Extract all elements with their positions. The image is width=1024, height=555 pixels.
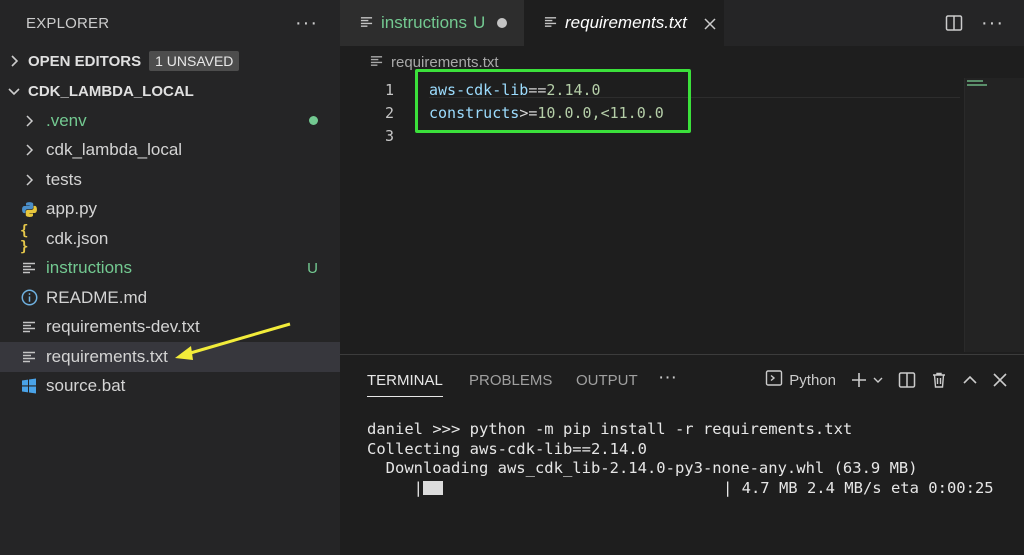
tree-item-cdk-lambda-local[interactable]: cdk_lambda_local — [0, 136, 340, 166]
text-lines-icon — [20, 318, 38, 336]
tree-item-label: README.md — [46, 287, 148, 307]
tree-item-app-py[interactable]: app.py — [0, 195, 340, 225]
text-lines-icon — [360, 13, 373, 33]
tree-item-source-bat[interactable]: source.bat — [0, 372, 340, 402]
tree-item-tests[interactable]: tests — [0, 165, 340, 195]
tree-item-label: tests — [46, 169, 82, 189]
open-editors-section[interactable]: OPEN EDITORS 1 UNSAVED — [0, 46, 340, 76]
new-terminal-icon[interactable] — [850, 371, 868, 389]
git-status-badge: U — [307, 259, 318, 277]
text-lines-icon — [544, 13, 557, 33]
download-progress-bar — [423, 480, 444, 495]
line-number: 2 — [384, 104, 394, 122]
open-editors-label: OPEN EDITORS — [28, 52, 142, 70]
terminal-icon — [765, 369, 783, 391]
tab-instructions[interactable]: instructions U — [340, 0, 524, 46]
chevron-down-icon[interactable] — [872, 374, 884, 386]
unsaved-dot-icon[interactable] — [497, 18, 508, 28]
close-panel-icon[interactable] — [992, 372, 1008, 388]
tree-item-cdk-json[interactable]: { } cdk.json — [0, 222, 340, 255]
breadcrumb-file: requirements.txt — [391, 53, 499, 71]
explorer-title: EXPLORER — [26, 14, 110, 32]
bottom-panel: TERMINAL PROBLEMS OUTPUT ··· Python dani… — [340, 354, 1024, 555]
tab-label: requirements.txt — [565, 13, 687, 32]
terminal-name: Python — [789, 371, 836, 389]
terminal-line: Collecting aws-cdk-lib==2.14.0 — [367, 439, 647, 458]
panel-tabbar: TERMINAL PROBLEMS OUTPUT ··· Python — [340, 355, 1024, 405]
tree-item-label: app.py — [46, 199, 98, 219]
tree-item-label: requirements.txt — [46, 346, 168, 366]
download-progress-text: | 4.7 MB 2.4 MB/s eta 0:00:25 — [722, 478, 994, 497]
chevron-right-icon — [20, 112, 38, 130]
tab-output[interactable]: OUTPUT — [576, 372, 638, 389]
chevron-right-icon — [20, 141, 38, 159]
tree-item-instructions[interactable]: instructions U — [0, 254, 340, 284]
python-icon — [20, 200, 38, 218]
annotation-highlight-box — [415, 69, 691, 133]
tree-item-readme[interactable]: README.md — [0, 283, 340, 313]
json-braces-icon: { } — [20, 222, 29, 255]
info-icon — [20, 289, 38, 307]
tree-item-label: .venv — [46, 110, 87, 130]
split-terminal-icon[interactable] — [898, 371, 916, 389]
project-section[interactable]: CDK_LAMBDA_LOCAL — [0, 76, 340, 106]
text-lines-icon — [370, 54, 383, 71]
tree-item-venv[interactable]: .venv — [0, 106, 340, 136]
annotation-arrow — [175, 322, 291, 360]
chevron-right-icon — [6, 53, 22, 69]
tab-terminal[interactable]: TERMINAL — [367, 372, 443, 397]
unsaved-badge: 1 UNSAVED — [149, 51, 240, 71]
trash-icon[interactable] — [930, 371, 948, 389]
git-status-badge: U — [472, 13, 486, 32]
tree-item-label: source.bat — [46, 376, 126, 396]
explorer-header: EXPLORER ··· — [0, 0, 340, 46]
tree-item-label: cdk.json — [46, 228, 109, 248]
more-actions-icon[interactable]: ··· — [295, 13, 318, 33]
terminal-output[interactable]: daniel >>> python -m pip install -r requ… — [367, 420, 994, 498]
editor-actions: ··· — [945, 0, 1004, 46]
chevron-right-icon — [20, 171, 38, 189]
project-label: CDK_LAMBDA_LOCAL — [28, 82, 194, 100]
terminal-line: daniel >>> python -m pip install -r requ… — [367, 420, 853, 438]
split-editor-icon[interactable] — [945, 14, 963, 32]
editor-tabbar: instructions U requirements.txt ··· — [340, 0, 1024, 46]
tab-label: instructions — [381, 13, 467, 32]
tab-problems[interactable]: PROBLEMS — [469, 372, 552, 389]
text-lines-icon — [20, 259, 38, 277]
more-actions-icon[interactable]: ··· — [658, 367, 677, 389]
terminal-selector[interactable]: Python — [765, 369, 836, 391]
explorer-sidebar: EXPLORER ··· OPEN EDITORS 1 UNSAVED CDK_… — [0, 0, 340, 555]
more-actions-icon[interactable]: ··· — [981, 13, 1004, 33]
minimap-content — [967, 80, 987, 86]
tab-requirements[interactable]: requirements.txt — [524, 0, 724, 46]
line-number: 1 — [384, 81, 394, 99]
line-number: 3 — [384, 127, 394, 145]
chevron-up-icon[interactable] — [962, 372, 978, 388]
tree-item-label: instructions — [46, 258, 132, 278]
tree-item-label: cdk_lambda_local — [46, 140, 183, 160]
minimap[interactable] — [964, 78, 1024, 352]
panel-actions: Python — [765, 365, 1008, 395]
modified-dot-icon — [309, 116, 318, 126]
chevron-down-icon — [6, 83, 22, 99]
text-lines-icon — [20, 348, 38, 366]
terminal-progress-line: | | 4.7 MB 2.4 MB/s eta 0:00:25 — [413, 478, 994, 497]
windows-icon — [20, 377, 38, 395]
terminal-line: Downloading aws_cdk_lib-2.14.0-py3-none-… — [367, 459, 918, 477]
close-icon[interactable] — [703, 16, 717, 30]
